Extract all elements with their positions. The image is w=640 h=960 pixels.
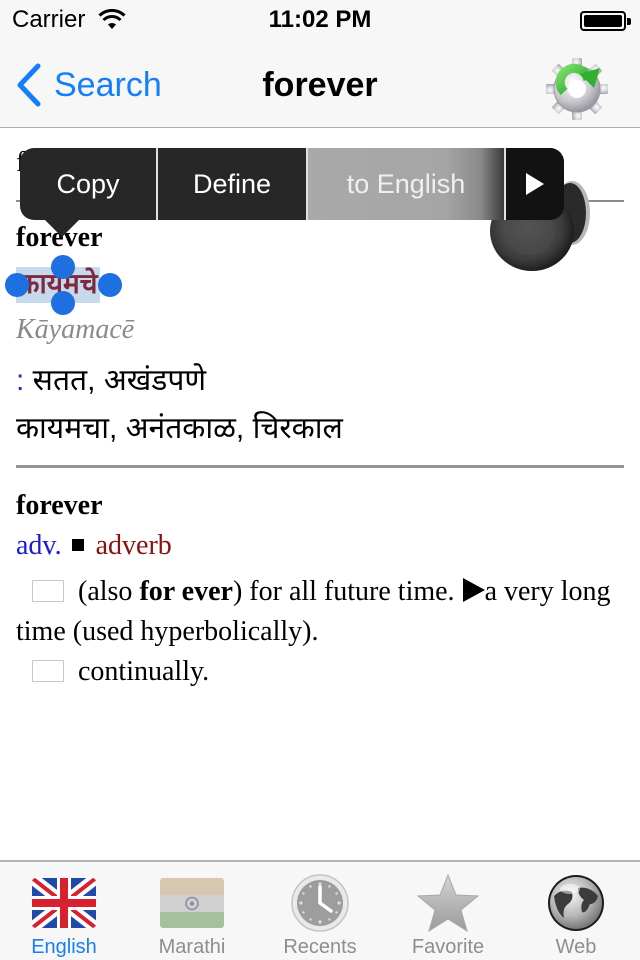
india-flag-icon xyxy=(160,878,224,928)
uk-flag-icon xyxy=(32,878,96,928)
tab-label: Web xyxy=(555,936,597,958)
def-text: continually. xyxy=(78,656,210,687)
status-time: 11:02 PM xyxy=(268,6,372,33)
selection-handle-left[interactable] xyxy=(5,273,29,297)
gear-refresh-icon[interactable] xyxy=(544,54,610,120)
back-label: Search xyxy=(54,65,162,104)
tab-marathi[interactable]: Marathi xyxy=(128,862,256,960)
battery-icon xyxy=(580,11,631,31)
tab-favorite[interactable]: Favorite xyxy=(384,862,512,960)
tab-label: English xyxy=(31,936,97,958)
tab-label: Recents xyxy=(283,936,357,958)
transliteration: Kāyamacē xyxy=(16,314,135,345)
definition-2: continually. xyxy=(16,652,616,692)
edit-callout-menu: Copy Define to English xyxy=(20,148,564,220)
definition-content: f forever कायमचे Kāyamacē : सतत, अखंडपणे… xyxy=(0,129,640,860)
synonyms-text: सतत, अखंडपणे xyxy=(24,364,207,397)
star-icon xyxy=(416,874,480,932)
chevron-left-icon xyxy=(17,63,41,107)
more-menu-button[interactable] xyxy=(506,148,564,220)
back-button[interactable]: Search xyxy=(14,62,162,108)
pos-abbreviation: adv. xyxy=(16,530,62,561)
def-text: ) for all future time. xyxy=(232,576,455,607)
definition-1: (also for ever) for all future time. a ve… xyxy=(16,572,616,652)
pos-full: adverb xyxy=(95,530,172,561)
sense-box-icon xyxy=(32,660,64,682)
sense-box-icon xyxy=(32,580,64,602)
tab-recents[interactable]: Recents xyxy=(256,862,384,960)
status-bar: Carrier 11:02 PM xyxy=(0,0,640,40)
marathi-synonyms-line-1: : सतत, अखंडपणे xyxy=(16,358,206,399)
globe-icon xyxy=(548,875,604,931)
def-text: (also xyxy=(78,576,140,607)
square-bullet-icon xyxy=(71,539,84,551)
play-right-icon xyxy=(526,173,544,195)
tab-web[interactable]: Web xyxy=(512,862,640,960)
part-of-speech: adv. adverb xyxy=(16,530,172,562)
section-divider xyxy=(16,465,624,468)
selection-handle-right[interactable] xyxy=(98,273,122,297)
clock-icon xyxy=(291,874,349,932)
tab-english[interactable]: English xyxy=(0,862,128,960)
callout-pointer xyxy=(44,219,80,237)
define-menu-item[interactable]: Define xyxy=(158,148,306,220)
tab-label: Favorite xyxy=(411,936,485,958)
selection-handle-top[interactable] xyxy=(51,255,75,279)
def-bold-variant: for ever xyxy=(139,576,233,607)
tab-bar: English Marathi Recents Favorite Web xyxy=(0,860,640,960)
copy-menu-item[interactable]: Copy xyxy=(20,148,156,220)
selection-handle-bottom[interactable] xyxy=(51,291,75,315)
tab-label: Marathi xyxy=(158,936,226,958)
english-headword: forever xyxy=(16,490,103,521)
marathi-synonyms-line-2: कायमचा, अनंतकाळ, चिरकाल xyxy=(16,412,343,445)
subsense-arrow-icon xyxy=(462,578,485,602)
navigation-bar: Search forever xyxy=(0,40,640,128)
to-english-menu-item[interactable]: to English xyxy=(308,148,504,220)
